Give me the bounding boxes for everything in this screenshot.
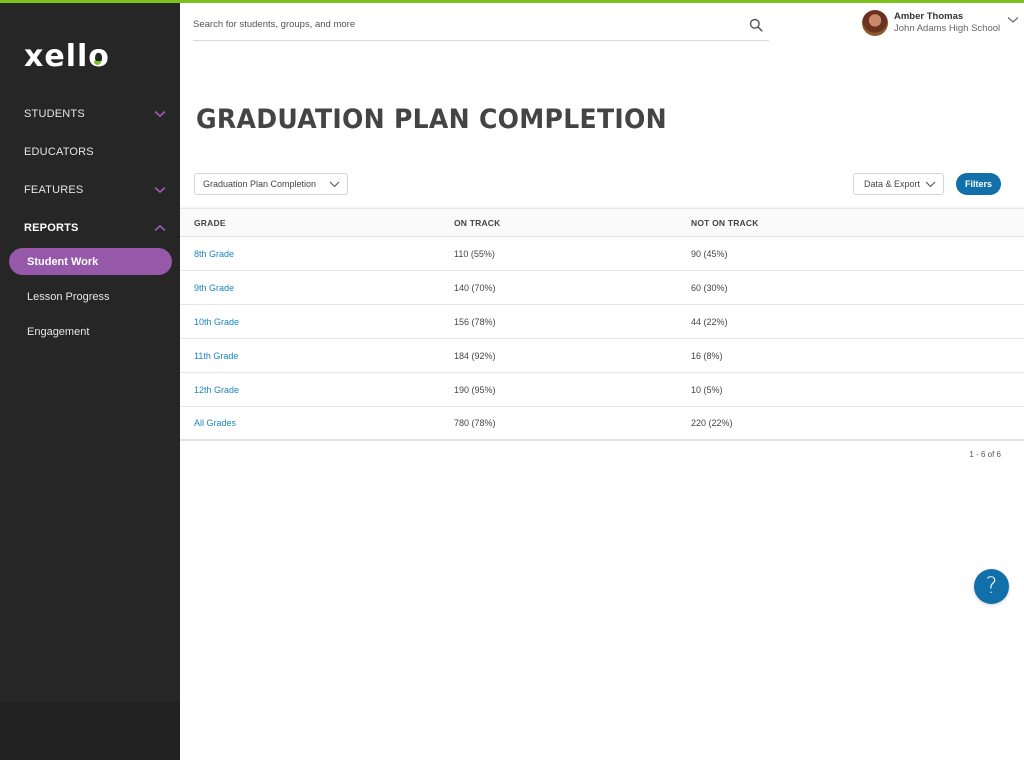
search-bar	[193, 9, 769, 41]
table-row: 12th Grade 190 (95%) 10 (5%)	[180, 373, 1024, 407]
table-header: GRADE ON TRACK NOT ON TRACK	[180, 208, 1024, 237]
xello-logo[interactable]: xello	[24, 32, 110, 72]
sidebar-item-educators[interactable]: EDUCATORS	[0, 133, 180, 171]
data-export-dropdown[interactable]: Data & Export	[853, 173, 944, 195]
on-track-value: 110 (55%)	[454, 248, 495, 259]
search-input[interactable]	[193, 19, 693, 30]
sidebar-item-label: FEATURES	[24, 184, 84, 196]
not-on-track-value: 44 (22%)	[691, 316, 728, 327]
sidebar-subitem-label: Engagement	[27, 325, 90, 338]
sidebar-subitem-lesson-progress[interactable]: Lesson Progress	[0, 279, 180, 314]
user-menu[interactable]: Amber Thomas John Adams High School	[862, 10, 1019, 36]
sidebar-item-features[interactable]: FEATURES	[0, 171, 180, 209]
sidebar-subitem-student-work[interactable]: Student Work	[9, 248, 172, 275]
sidebar-subitem-label: Student Work	[27, 255, 99, 268]
top-accent-bar	[0, 0, 1024, 3]
table-row: 10th Grade 156 (78%) 44 (22%)	[180, 305, 1024, 339]
reports-subnav: Student Work Lesson Progress Engagement	[0, 248, 180, 349]
user-school: John Adams High School	[894, 23, 1001, 34]
on-track-value: 140 (70%)	[454, 282, 496, 293]
column-header-grade[interactable]: GRADE	[180, 218, 454, 228]
sidebar-item-label: EDUCATORS	[24, 146, 94, 158]
grade-link[interactable]: 9th Grade	[180, 283, 454, 293]
on-track-value: 190 (95%)	[454, 384, 496, 395]
chevron-down-icon[interactable]	[1007, 16, 1019, 24]
on-track-value: 184 (92%)	[454, 350, 496, 361]
table-body: 8th Grade 110 (55%) 90 (45%) 9th Grade 1…	[180, 237, 1024, 441]
sidebar: xello STUDENTS EDUCATORS FEATURES REPORT…	[0, 0, 180, 760]
column-header-not-on-track[interactable]: NOT ON TRACK	[691, 218, 1024, 228]
chevron-down-icon[interactable]	[154, 184, 166, 196]
data-export-label: Data & Export	[864, 179, 921, 189]
table-row: 11th Grade 184 (92%) 16 (8%)	[180, 339, 1024, 373]
column-header-on-track[interactable]: ON TRACK	[454, 218, 691, 228]
report-type-selected: Graduation Plan Completion	[203, 179, 317, 189]
on-track-value: 780 (78%)	[454, 418, 496, 428]
sidebar-subitem-engagement[interactable]: Engagement	[0, 314, 180, 349]
avatar	[862, 10, 888, 36]
not-on-track-value: 10 (5%)	[691, 384, 723, 395]
logo-text: xell	[24, 39, 89, 74]
chevron-down-icon	[925, 181, 936, 187]
sidebar-item-label: STUDENTS	[24, 108, 85, 120]
grade-link[interactable]: 12th Grade	[180, 385, 454, 395]
logo-o: o	[88, 39, 110, 74]
grade-link[interactable]: 11th Grade	[180, 351, 454, 361]
not-on-track-value: 90 (45%)	[691, 248, 728, 259]
table-row: All Grades 780 (78%) 220 (22%)	[180, 407, 1024, 441]
sidebar-subitem-label: Lesson Progress	[27, 290, 110, 303]
sidebar-item-reports[interactable]: REPORTS	[0, 209, 180, 247]
sidebar-footer	[0, 702, 180, 760]
not-on-track-value: 16 (8%)	[691, 350, 723, 361]
table-row: 8th Grade 110 (55%) 90 (45%)	[180, 237, 1024, 271]
chevron-up-icon[interactable]	[154, 222, 166, 234]
not-on-track-value: 60 (30%)	[691, 282, 728, 293]
help-button[interactable]: ?	[974, 569, 1009, 604]
user-name: Amber Thomas	[894, 11, 964, 22]
chevron-down-icon	[329, 181, 340, 187]
filters-button[interactable]: Filters	[956, 173, 1001, 195]
table-row: 9th Grade 140 (70%) 60 (30%)	[180, 271, 1024, 305]
search-icon[interactable]	[749, 18, 763, 32]
pagination-status: 1 - 6 of 6	[969, 450, 1001, 459]
report-table: GRADE ON TRACK NOT ON TRACK 8th Grade 11…	[180, 208, 1024, 441]
on-track-value: 156 (78%)	[454, 316, 496, 327]
sidebar-item-students[interactable]: STUDENTS	[0, 95, 180, 133]
grade-link[interactable]: 10th Grade	[180, 317, 454, 327]
sidebar-item-label: REPORTS	[24, 222, 79, 234]
grade-link[interactable]: 8th Grade	[180, 249, 454, 259]
sidebar-nav: STUDENTS EDUCATORS FEATURES REPORTS Stud…	[0, 95, 180, 349]
page-title: GRADUATION PLAN COMPLETION	[196, 104, 667, 135]
chevron-down-icon[interactable]	[154, 108, 166, 120]
grade-link[interactable]: All Grades	[180, 418, 454, 428]
not-on-track-value: 220 (22%)	[691, 418, 733, 428]
report-type-dropdown[interactable]: Graduation Plan Completion	[194, 173, 348, 195]
question-mark-icon: ?	[985, 574, 998, 599]
